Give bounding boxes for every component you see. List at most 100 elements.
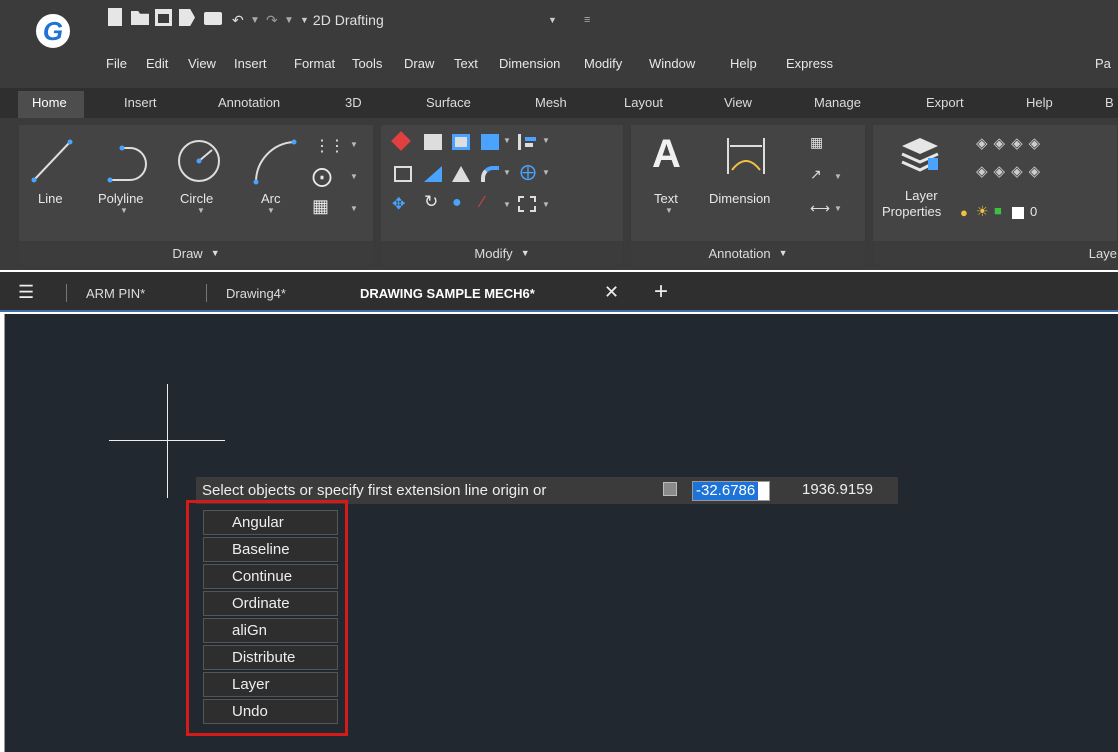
point-icon[interactable]: ⋮⋮	[314, 136, 345, 156]
option-undo[interactable]: Undo	[203, 699, 338, 724]
hamburger-icon[interactable]: ☰	[18, 282, 34, 303]
tab-surface[interactable]: Surface	[426, 95, 471, 110]
modify-panel-footer[interactable]: Modify ▼	[381, 241, 623, 265]
polyline-tool[interactable]: Polyline	[98, 191, 144, 206]
close-icon[interactable]: ✕	[604, 282, 619, 303]
tab-layout[interactable]: Layout	[624, 95, 663, 110]
circle-tool[interactable]: Circle	[180, 191, 213, 206]
chevron-down-icon[interactable]: ▼	[250, 9, 260, 31]
save-icon[interactable]	[155, 9, 172, 26]
text-tool[interactable]: Text	[654, 191, 678, 206]
tab-export[interactable]: Export	[926, 95, 964, 110]
copy-icon[interactable]	[424, 134, 442, 150]
chevron-down-icon[interactable]: ▼	[665, 206, 673, 215]
chevron-down-icon[interactable]: ▼	[542, 200, 550, 209]
tab-home[interactable]: Home	[32, 95, 67, 110]
customize-icon[interactable]: ≡	[584, 9, 590, 31]
chevron-down-icon[interactable]: ▼	[120, 206, 128, 215]
mirror-icon[interactable]	[452, 134, 470, 150]
workspace-select[interactable]: ▼ 2D Drafting ▼	[300, 9, 560, 31]
tab-insert[interactable]: Insert	[124, 95, 157, 110]
arc-tool[interactable]: Arc	[261, 191, 281, 206]
chevron-down-icon[interactable]: ▼	[503, 168, 511, 177]
menu-window[interactable]: Window	[649, 56, 695, 71]
tab-annotation[interactable]: Annotation	[218, 95, 280, 110]
tab-mesh[interactable]: Mesh	[535, 95, 567, 110]
chevron-down-icon[interactable]: ▼	[503, 200, 511, 209]
x-coordinate-input[interactable]: -32.6786	[692, 481, 770, 501]
layer-panel-footer[interactable]: Laye	[873, 241, 1117, 265]
y-coordinate-value[interactable]: 1936.9159	[802, 481, 873, 498]
chevron-down-icon[interactable]: ▼	[503, 136, 511, 145]
menu-text[interactable]: Text	[454, 56, 478, 71]
array-icon[interactable]	[481, 134, 499, 150]
table-icon[interactable]: ▦	[810, 134, 823, 151]
menu-format[interactable]: Format	[294, 56, 335, 71]
chevron-down-icon[interactable]: ▼	[350, 140, 358, 149]
chevron-down-icon[interactable]: ▼	[197, 206, 205, 215]
tab-help[interactable]: Help	[1026, 95, 1053, 110]
break-icon[interactable]: ⨁	[520, 162, 536, 182]
tab-view[interactable]: View	[724, 95, 752, 110]
explode-icon[interactable]: ●	[452, 194, 462, 212]
ellipse-icon[interactable]: ⨀	[312, 164, 332, 189]
option-distribute[interactable]: Distribute	[203, 645, 338, 670]
layer-properties-tool[interactable]: Layer	[905, 188, 938, 203]
align-icon[interactable]	[518, 134, 536, 150]
menu-pa[interactable]: Pa	[1095, 56, 1111, 71]
chevron-down-icon[interactable]: ▼	[350, 172, 358, 181]
chevron-down-icon[interactable]: ▼	[834, 204, 842, 213]
chevron-down-icon[interactable]: ▼	[350, 204, 358, 213]
options-arrow-icon[interactable]	[663, 482, 677, 496]
stretch-icon[interactable]	[394, 166, 412, 182]
lock-icon[interactable]: ■	[994, 203, 1002, 218]
menu-view[interactable]: View	[188, 56, 216, 71]
current-layer[interactable]: 0	[1030, 204, 1037, 219]
menu-help[interactable]: Help	[730, 56, 757, 71]
menu-file[interactable]: File	[106, 56, 127, 71]
tab-manage[interactable]: Manage	[814, 95, 861, 110]
option-baseline[interactable]: Baseline	[203, 537, 338, 562]
print-icon[interactable]	[204, 12, 222, 25]
menu-tools[interactable]: Tools	[352, 56, 382, 71]
menu-modify[interactable]: Modify	[584, 56, 622, 71]
chevron-down-icon[interactable]: ▼	[267, 206, 275, 215]
fillet-icon[interactable]	[481, 166, 499, 182]
option-align[interactable]: aliGn	[203, 618, 338, 643]
new-icon[interactable]	[108, 8, 122, 26]
draw-panel-footer[interactable]: Draw ▼	[19, 241, 373, 265]
line-tool[interactable]: Line	[38, 191, 63, 206]
chevron-down-icon[interactable]: ▼	[542, 168, 550, 177]
rotate-icon[interactable]: ↻	[424, 192, 438, 212]
option-ordinate[interactable]: Ordinate	[203, 591, 338, 616]
tab-b[interactable]: B	[1105, 95, 1114, 110]
tab-drawing-sample-mech6[interactable]: DRAWING SAMPLE MECH6*	[360, 286, 535, 301]
option-continue[interactable]: Continue	[203, 564, 338, 589]
bulb-icon[interactable]: ●	[960, 205, 968, 220]
app-logo[interactable]: G	[36, 14, 70, 48]
option-angular[interactable]: Angular	[203, 510, 338, 535]
tab-3d[interactable]: 3D	[345, 95, 362, 110]
option-layer[interactable]: Layer	[203, 672, 338, 697]
redo-icon[interactable]: ↷	[266, 9, 278, 31]
chevron-down-icon[interactable]: ▼	[542, 136, 550, 145]
menu-draw[interactable]: Draw	[404, 56, 434, 71]
move-icon[interactable]: ✥	[392, 194, 405, 214]
dimension-linear-icon[interactable]: ⟷	[810, 200, 830, 217]
menu-edit[interactable]: Edit	[146, 56, 168, 71]
chevron-down-icon[interactable]: ▼	[834, 172, 842, 181]
menu-express[interactable]: Express	[786, 56, 833, 71]
menu-dimension[interactable]: Dimension	[499, 56, 560, 71]
trim-icon[interactable]: ∕	[481, 194, 484, 212]
sun-icon[interactable]: ☀	[976, 203, 989, 220]
annotation-panel-footer[interactable]: Annotation ▼	[631, 241, 865, 265]
undo-icon[interactable]: ↶	[232, 9, 244, 31]
tab-drawing4[interactable]: Drawing4*	[226, 286, 286, 301]
dimension-tool[interactable]: Dimension	[709, 191, 770, 206]
layer-tools-row1-icon[interactable]: ◈◈◈◈	[976, 134, 1046, 152]
color-swatch[interactable]	[1012, 207, 1024, 219]
layer-tools-row2-icon[interactable]: ◈◈◈◈	[976, 162, 1046, 180]
menu-insert[interactable]: Insert	[234, 56, 267, 71]
hatch-icon[interactable]: ▦	[312, 196, 329, 217]
leader-icon[interactable]: ↗	[810, 166, 822, 183]
